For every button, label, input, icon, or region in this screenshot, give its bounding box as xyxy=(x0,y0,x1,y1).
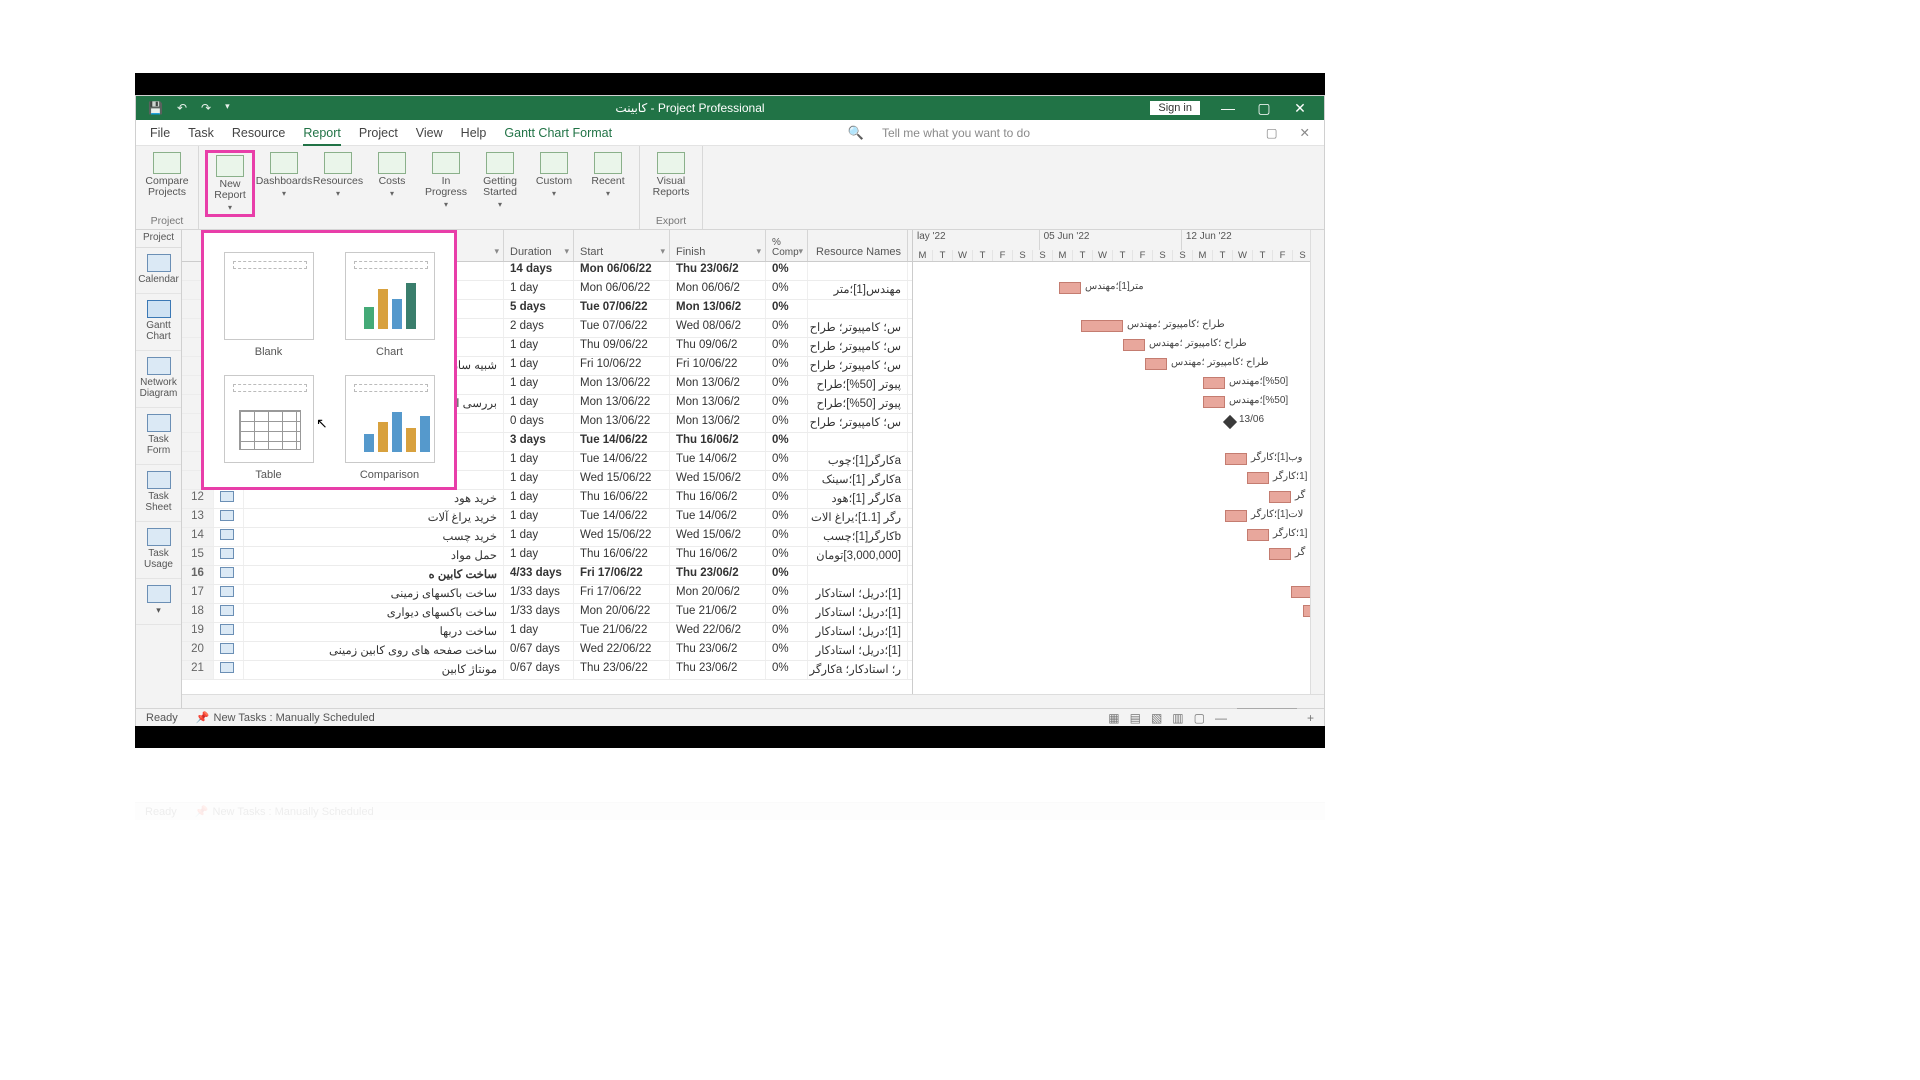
menu-view[interactable]: View xyxy=(416,126,443,140)
viewmode-3-icon[interactable]: ▧ xyxy=(1151,711,1162,725)
status-ready: Ready xyxy=(146,712,178,724)
table-row[interactable]: 19ساخت دربها1 dayTue 21/06/22Wed 22/06/2… xyxy=(182,623,912,642)
viewmode-1-icon[interactable]: ▦ xyxy=(1108,711,1119,725)
menu-report[interactable]: Report xyxy=(303,126,341,146)
table-row[interactable]: 21مونتاژ کابین0/67 daysThu 23/06/22Thu 2… xyxy=(182,661,912,680)
costs-button[interactable]: Costs▾ xyxy=(367,150,417,217)
table-row[interactable]: 16ساخت کابین ه4/33 daysFri 17/06/22Thu 2… xyxy=(182,566,912,585)
doc-close-icon[interactable]: ✕ xyxy=(1300,125,1310,140)
status-sched: New Tasks : Manually Scheduled xyxy=(214,712,375,724)
ribbon: Compare Projects Project New Report ▾ Da… xyxy=(136,146,1324,230)
table-row[interactable]: 17ساخت باکسهای زمینی1/33 daysFri 17/06/2… xyxy=(182,585,912,604)
view-more[interactable]: ▾ xyxy=(136,579,181,625)
sign-in-button[interactable]: Sign in xyxy=(1150,101,1200,115)
viewbar-label: Project xyxy=(136,230,181,248)
view-taskusage[interactable]: Task Usage xyxy=(136,522,181,579)
table-row[interactable]: 15حمل مواد1 dayThu 16/06/22Thu 16/06/20%… xyxy=(182,547,912,566)
viewmode-2-icon[interactable]: ▤ xyxy=(1130,711,1141,725)
qat-dropdown-icon[interactable]: ▾ xyxy=(225,101,230,115)
table-row[interactable]: 14خرید چسب1 dayWed 15/06/22Wed 15/06/20%… xyxy=(182,528,912,547)
zoom-in-icon[interactable]: + xyxy=(1307,711,1314,725)
viewbar: Project Calendar Gantt Chart Network Dia… xyxy=(136,230,182,712)
resources-button[interactable]: Resources▾ xyxy=(313,150,363,217)
redo-icon[interactable]: ↷ xyxy=(201,101,211,115)
menu-project[interactable]: Project xyxy=(359,126,398,140)
table-scrollbar[interactable] xyxy=(182,694,912,708)
ribbon-display-icon[interactable]: ▢ xyxy=(1266,125,1278,140)
view-gantt[interactable]: Gantt Chart xyxy=(136,294,181,351)
new-report-button[interactable]: New Report ▾ xyxy=(205,150,255,217)
menu-resource[interactable]: Resource xyxy=(232,126,286,140)
group-project-label: Project xyxy=(142,215,192,229)
custom-button[interactable]: Custom▾ xyxy=(529,150,579,217)
view-network[interactable]: Network Diagram xyxy=(136,351,181,408)
app-window: 💾 ↶ ↷ ▾ کابینت - Project Professional Si… xyxy=(135,95,1325,727)
table-row[interactable]: 20ساخت صفحه های روی کابین زمینی0/67 days… xyxy=(182,642,912,661)
gantt-chart: lay '22 05 Jun '22 12 Jun '22 MTWTFSSMTW… xyxy=(912,230,1324,694)
viewmode-5-icon[interactable]: ▢ xyxy=(1194,711,1205,725)
minimize-icon[interactable]: — xyxy=(1210,100,1246,116)
view-calendar[interactable]: Calendar xyxy=(136,248,181,294)
new-report-icon xyxy=(216,155,244,177)
menu-bar: File Task Resource Report Project View H… xyxy=(136,120,1324,146)
gantt-scrollbar[interactable] xyxy=(912,694,1324,708)
menu-ganttformat[interactable]: Gantt Chart Format xyxy=(504,126,612,140)
titlebar: 💾 ↶ ↷ ▾ کابینت - Project Professional Si… xyxy=(136,96,1324,120)
gallery-chart[interactable]: Chart xyxy=(331,239,448,358)
gallery-blank[interactable]: Blank xyxy=(210,239,327,358)
visual-reports-button[interactable]: Visual Reports xyxy=(646,150,696,200)
view-tasksheet[interactable]: Task Sheet xyxy=(136,465,181,522)
inprogress-button[interactable]: In Progress▾ xyxy=(421,150,471,217)
vertical-scrollbar[interactable] xyxy=(1310,230,1324,694)
zoom-out-icon[interactable]: — xyxy=(1215,711,1227,725)
gallery-table[interactable]: Table xyxy=(210,362,327,481)
close-icon[interactable]: ✕ xyxy=(1282,100,1318,117)
compare-icon xyxy=(153,152,181,174)
view-taskform[interactable]: Task Form xyxy=(136,408,181,465)
table-row[interactable]: 18ساخت باکسهای دیواری1/33 daysMon 20/06/… xyxy=(182,604,912,623)
group-export-label: Export xyxy=(646,215,696,229)
compare-projects-button[interactable]: Compare Projects xyxy=(142,150,192,200)
menu-task[interactable]: Task xyxy=(188,126,214,140)
search-hint[interactable]: Tell me what you want to do xyxy=(882,126,1030,140)
maximize-icon[interactable]: ▢ xyxy=(1246,100,1282,117)
undo-icon[interactable]: ↶ xyxy=(177,101,187,115)
table-row[interactable]: 12خرید هود1 dayThu 16/06/22Thu 16/06/20%… xyxy=(182,490,912,509)
status-bar: Ready 📌 New Tasks : Manually Scheduled ▦… xyxy=(136,708,1324,726)
table-row[interactable]: 13خرید یراغ آلات1 dayTue 14/06/22Tue 14/… xyxy=(182,509,912,528)
recent-button[interactable]: Recent▾ xyxy=(583,150,633,217)
gallery-comparison[interactable]: Comparison xyxy=(331,362,448,481)
search-icon[interactable]: 🔍 xyxy=(848,125,864,141)
window-title: کابینت - Project Professional xyxy=(230,101,1151,115)
new-report-gallery: Blank Chart Table Comparison ↖ xyxy=(201,230,457,490)
getting-started-button[interactable]: Getting Started▾ xyxy=(475,150,525,217)
chevron-down-icon: ▾ xyxy=(228,203,232,212)
dashboards-button[interactable]: Dashboards▾ xyxy=(259,150,309,217)
save-icon[interactable]: 💾 xyxy=(148,101,163,115)
menu-help[interactable]: Help xyxy=(461,126,487,140)
menu-file[interactable]: File xyxy=(150,126,170,140)
viewmode-4-icon[interactable]: ▥ xyxy=(1172,711,1183,725)
